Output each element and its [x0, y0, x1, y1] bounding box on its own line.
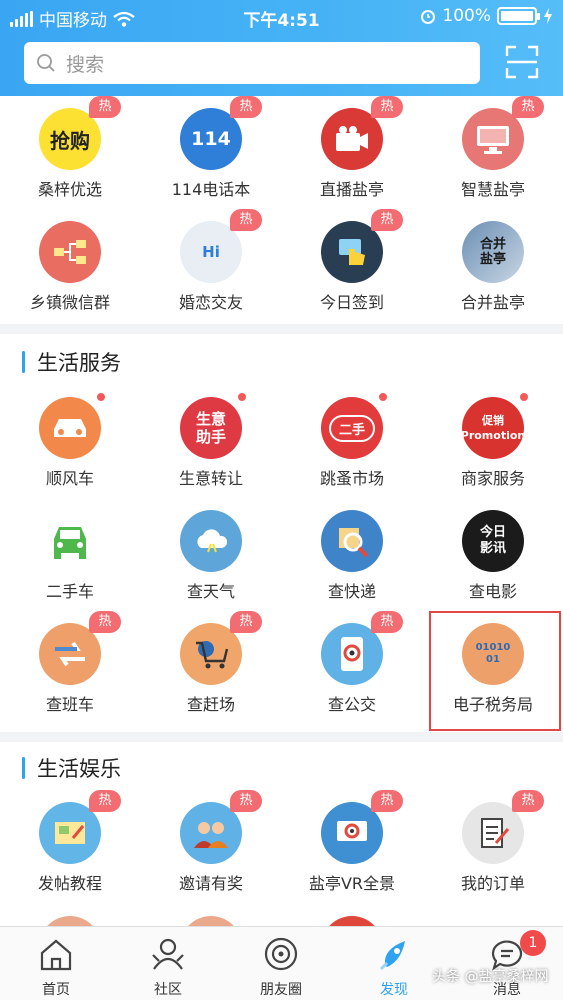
grid-item-town-wechat[interactable]: 乡镇微信群 — [0, 209, 140, 322]
hot-badge: 热 — [89, 611, 121, 633]
battery-icon — [497, 7, 540, 25]
battery-percent: 100% — [442, 6, 491, 26]
fun-invite-reward[interactable]: 热 邀请有奖 — [141, 790, 281, 903]
hot-badge: 热 — [371, 790, 403, 812]
merge-photo-icon: 合并 盐亭 — [462, 221, 524, 283]
business-helper-icon: 生意 助手 — [180, 397, 242, 459]
section-divider — [0, 324, 563, 334]
grid-item-sangzi[interactable]: 抢购 热 桑梓优选 — [0, 96, 140, 209]
secondhand-icon: 二手 — [321, 397, 383, 459]
package-search-icon — [321, 510, 383, 572]
hot-badge: 热 — [371, 209, 403, 231]
home-icon — [40, 939, 72, 971]
service-movie[interactable]: 今日 影讯 查电影 — [423, 498, 563, 611]
search-input[interactable]: 搜索 — [24, 42, 480, 84]
service-express[interactable]: 查快递 — [282, 498, 422, 611]
rocket-icon — [379, 941, 405, 971]
notification-dot — [236, 391, 248, 403]
charging-icon — [544, 8, 552, 24]
service-ride-share[interactable]: 顺风车 — [0, 385, 140, 498]
tab-moments[interactable]: 朋友圈 — [225, 927, 337, 1000]
grid-item-114[interactable]: 114 热 114电话本 — [141, 96, 281, 209]
tab-messages[interactable]: 消息 — [451, 927, 563, 1000]
used-car-icon — [39, 510, 101, 572]
header: 中国移动 下午4:51 100% 搜索 — [0, 0, 563, 96]
highlight-box — [429, 611, 561, 731]
notification-dot — [95, 391, 107, 403]
service-flea-market[interactable]: 二手 跳蚤市场 — [282, 385, 422, 498]
hot-badge: 热 — [230, 790, 262, 812]
service-bus-schedule[interactable]: 热 查班车 — [0, 611, 140, 724]
service-used-car[interactable]: 二手车 — [0, 498, 140, 611]
notification-dot — [518, 391, 530, 403]
section-divider — [0, 732, 563, 742]
hot-badge: 热 — [371, 611, 403, 633]
hot-badge: 热 — [512, 790, 544, 812]
alarm-icon — [421, 10, 436, 24]
next-row-peek — [0, 912, 563, 926]
fun-vr-panorama[interactable]: 热 盐亭VR全景 — [282, 790, 422, 903]
grid-item-live[interactable]: 热 直播盐亭 — [282, 96, 422, 209]
search-icon — [37, 54, 55, 72]
service-market-day[interactable]: 热 查赶场 — [141, 611, 281, 724]
service-bus[interactable]: 热 查公交 — [282, 611, 422, 724]
tab-discover[interactable]: 发现 — [338, 927, 450, 1000]
service-weather[interactable]: 查天气 — [141, 498, 281, 611]
message-count-badge: 1 — [520, 930, 546, 956]
hot-badge: 热 — [230, 96, 262, 118]
bottom-tab-bar: 首页 社区 朋友圈 发现 消息 — [0, 926, 563, 1000]
tab-community[interactable]: 社区 — [112, 927, 224, 1000]
org-chart-icon — [39, 221, 101, 283]
service-business-transfer[interactable]: 生意 助手 生意转让 — [141, 385, 281, 498]
section-title-life-services: 生活服务 — [22, 349, 121, 375]
moments-icon — [264, 937, 298, 971]
hot-badge: 热 — [230, 209, 262, 231]
grid-item-dating[interactable]: Hi 热 婚恋交友 — [141, 209, 281, 322]
section-title-life-entertainment: 生活娱乐 — [22, 755, 121, 781]
promotion-icon: 促销 Promotion — [462, 397, 524, 459]
tab-home[interactable]: 首页 — [0, 927, 112, 1000]
hot-badge: 热 — [89, 96, 121, 118]
fun-post-tutorial[interactable]: 热 发帖教程 — [0, 790, 140, 903]
life-entertainment-grid: 热 发帖教程 热 邀请有奖 热 盐亭VR全景 热 我的订单 — [0, 790, 563, 903]
grid-item-smart[interactable]: 热 智慧盐亭 — [423, 96, 563, 209]
app-screen: 中国移动 下午4:51 100% 搜索 抢购 热 桑梓优选 114 热 114电… — [0, 0, 563, 1000]
film-news-icon: 今日 影讯 — [462, 510, 524, 572]
cloud-icon — [180, 510, 242, 572]
watermark: 头条 @盐亭桑梓网 — [432, 969, 549, 985]
top-grid: 抢购 热 桑梓优选 114 热 114电话本 热 直播盐亭 热 智慧盐亭 乡镇微… — [0, 96, 563, 322]
fun-my-orders[interactable]: 热 我的订单 — [423, 790, 563, 903]
hot-badge: 热 — [512, 96, 544, 118]
community-icon — [152, 938, 184, 970]
hot-badge: 热 — [89, 790, 121, 812]
grid-item-merge[interactable]: 合并 盐亭 合并盐亭 — [423, 209, 563, 322]
status-bar: 中国移动 下午4:51 100% — [0, 0, 563, 34]
notification-dot — [377, 391, 389, 403]
search-placeholder: 搜索 — [66, 53, 105, 76]
car-icon — [39, 397, 101, 459]
hot-badge: 热 — [371, 96, 403, 118]
grid-item-checkin[interactable]: 热 今日签到 — [282, 209, 422, 322]
hot-badge: 热 — [230, 611, 262, 633]
scan-icon[interactable] — [504, 44, 540, 80]
service-merchant[interactable]: 促销 Promotion 商家服务 — [423, 385, 563, 498]
